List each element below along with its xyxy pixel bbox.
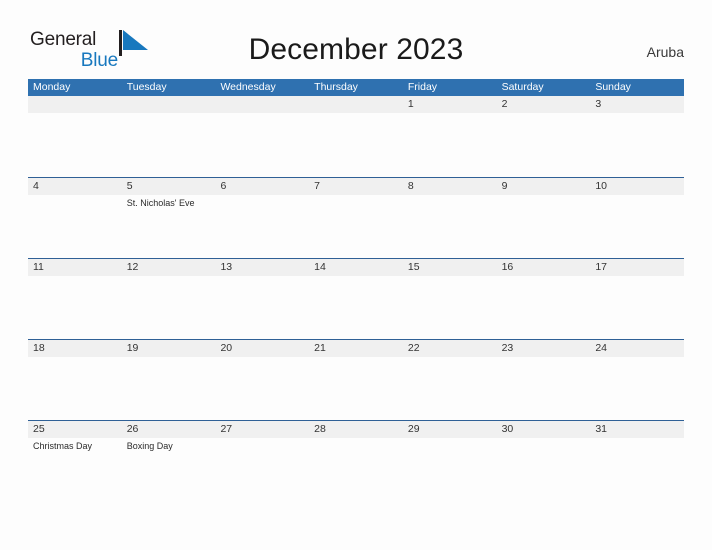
day-number: 24 [595,342,607,354]
day-number: 28 [314,423,326,435]
weekday-header-thursday: Thursday [314,81,358,93]
day-number: 17 [595,261,607,273]
day-number [314,96,403,113]
day-event: Christmas Day [33,441,93,451]
weekday-header-monday: Monday [33,81,71,93]
weekday-header-tuesday: Tuesday [126,81,167,93]
day-number: 15 [407,261,420,273]
day-number: 6 [220,180,227,192]
weekday-header-row: Monday Tuesday Wednesday Thursday Friday… [28,79,684,96]
week-cells: 4 5 St. Nicholas' Eve 6 7 8 9 10 [28,178,684,259]
calendar-day-cell[interactable]: 18 [28,340,122,421]
weekday-header-saturday: Saturday [501,81,544,93]
weekday-header-sunday: Sunday [595,81,631,93]
day-number [220,96,309,113]
calendar-day-cell[interactable]: 3 [590,96,684,177]
calendar-day-cell[interactable]: 1 [403,96,497,177]
day-number: 31 [595,423,607,435]
day-event-list: Boxing Day [127,438,216,452]
day-number [127,96,216,113]
day-number: 30 [501,423,514,435]
calendar-day-cell-empty [28,96,122,177]
calendar-day-cell[interactable]: 8 [403,178,497,259]
calendar-day-cell[interactable]: 22 [403,340,497,421]
calendar-day-cell[interactable]: 25 Christmas Day [28,421,122,502]
day-number: 10 [595,180,607,192]
calendar-day-cell[interactable]: 30 [497,421,591,502]
day-number: 22 [407,342,420,354]
page-title: December 2023 [248,33,464,66]
day-event-list: Christmas Day [33,438,122,452]
weeks-container: 1 2 3 4 5 St. Nicholas' Eve 6 7 8 9 10 11 12 13 14 15 16… [28,96,684,501]
day-event-list: St. Nicholas' Eve [127,195,216,209]
calendar-day-cell[interactable]: 13 [215,259,309,340]
week-cells: 25 Christmas Day 26 Boxing Day 27 28 29 30 31 [28,421,684,502]
day-number: 29 [407,423,420,435]
calendar-week-row: 1 2 3 [28,96,684,177]
day-number: 14 [314,261,326,273]
day-number: 19 [126,342,139,354]
calendar-day-cell[interactable]: 26 Boxing Day [122,421,216,502]
calendar-day-cell[interactable]: 6 [215,178,309,259]
day-number: 8 [407,180,414,192]
day-number: 23 [501,342,514,354]
day-number: 27 [220,423,233,435]
calendar-day-cell[interactable]: 9 [497,178,591,259]
calendar-day-cell[interactable]: 4 [28,178,122,259]
weekday-header-friday: Friday [407,81,438,93]
calendar-day-cell[interactable]: 24 [590,340,684,421]
calendar-day-cell[interactable]: 5 St. Nicholas' Eve [122,178,216,259]
week-cells: 11 12 13 14 15 16 17 [28,259,684,340]
day-number [33,96,122,113]
calendar-week-row: 11 12 13 14 15 16 17 [28,258,684,339]
calendar-day-cell[interactable]: 28 [309,421,403,502]
day-number: 26 [126,423,139,435]
calendar-day-cell[interactable]: 27 [215,421,309,502]
calendar-grid: Monday Tuesday Wednesday Thursday Friday… [28,79,684,501]
day-number: 18 [33,342,45,354]
day-number: 9 [501,180,508,192]
week-cells: 18 19 20 21 22 23 24 [28,340,684,421]
calendar-day-cell[interactable]: 16 [497,259,591,340]
day-number: 20 [220,342,233,354]
day-event: Boxing Day [126,441,173,451]
calendar-day-cell[interactable]: 2 [497,96,591,177]
calendar-day-cell[interactable]: 15 [403,259,497,340]
calendar-day-cell[interactable]: 7 [309,178,403,259]
region-label: Aruba [646,44,684,60]
calendar-day-cell[interactable]: 10 [590,178,684,259]
calendar-week-row: 25 Christmas Day 26 Boxing Day 27 28 29 30 31 [28,420,684,501]
weekday-header-wednesday: Wednesday [220,81,276,93]
day-number: 16 [501,261,514,273]
calendar-day-cell[interactable]: 20 [215,340,309,421]
calendar-day-cell[interactable]: 14 [309,259,403,340]
top-bar: General Blue December 2023 Aruba [0,0,712,79]
day-number: 2 [501,98,508,110]
calendar-day-cell[interactable]: 12 [122,259,216,340]
calendar-day-cell[interactable]: 19 [122,340,216,421]
calendar-day-cell-empty [309,96,403,177]
calendar-day-cell[interactable]: 23 [497,340,591,421]
day-number: 13 [220,261,233,273]
day-number: 21 [314,342,326,354]
week-cells: 1 2 3 [28,96,684,177]
calendar-day-cell-empty [122,96,216,177]
day-event: St. Nicholas' Eve [126,198,195,208]
calendar-week-row: 18 19 20 21 22 23 24 [28,339,684,420]
calendar-day-cell-empty [215,96,309,177]
calendar-day-cell[interactable]: 11 [28,259,122,340]
day-number: 7 [314,180,320,192]
day-number: 1 [407,98,414,110]
day-number: 4 [33,180,39,192]
day-number: 3 [595,98,602,110]
day-number: 5 [126,180,133,192]
calendar-day-cell[interactable]: 17 [590,259,684,340]
calendar-day-cell[interactable]: 21 [309,340,403,421]
day-number: 12 [126,261,139,273]
day-number: 11 [33,261,44,273]
calendar-week-row: 4 5 St. Nicholas' Eve 6 7 8 9 10 [28,177,684,258]
day-number: 25 [33,423,45,435]
calendar-day-cell[interactable]: 29 [403,421,497,502]
calendar-day-cell[interactable]: 31 [590,421,684,502]
